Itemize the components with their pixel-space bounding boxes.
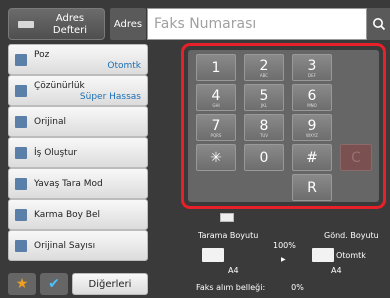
menu-item-label: Poz xyxy=(34,50,50,60)
scan-paper-size: A4 xyxy=(228,266,239,275)
send-size-value: Otomtk xyxy=(336,251,366,260)
search-button[interactable] xyxy=(367,8,390,40)
address-book-label: Adres Defteri xyxy=(52,13,88,36)
menu-item-value: Süper Hassas xyxy=(79,92,141,102)
key-6[interactable]: 6 MNO xyxy=(292,84,332,111)
menu-item-label: Orijinal xyxy=(34,117,67,127)
fax-memory-label: Faks alım belleği: xyxy=(196,282,266,292)
menu-item-label: Orijinal Sayısı xyxy=(34,241,96,251)
menu-item-original[interactable]: Orijinal xyxy=(8,106,148,137)
scan-size-label: Tarama Boyutu xyxy=(198,231,259,240)
menu-item-original-count[interactable]: Orijinal Sayısı xyxy=(8,230,148,261)
key-4[interactable]: 4 GHI xyxy=(196,84,236,111)
address-book-icon xyxy=(18,21,34,28)
menu-item-exposure[interactable]: Poz Otomtk xyxy=(8,44,148,75)
slow-scan-icon xyxy=(15,178,27,190)
send-size-label: Gönd. Boyutu xyxy=(324,231,379,240)
key-hash[interactable]: # xyxy=(292,144,332,171)
menu-item-resolution[interactable]: Çözünürlük Süper Hassas xyxy=(8,75,148,106)
key-redial[interactable]: R xyxy=(292,174,332,201)
search-icon xyxy=(372,18,385,31)
mixed-size-icon xyxy=(15,209,27,221)
key-0[interactable]: 0 xyxy=(244,144,284,171)
address-label: Adres xyxy=(110,8,146,40)
address-book-button[interactable]: Adres Defteri xyxy=(8,8,105,40)
favorite-button[interactable]: ★ xyxy=(8,273,36,295)
check-icon: ✔ xyxy=(48,276,60,292)
key-2[interactable]: 2 ABC xyxy=(244,54,284,81)
menu-item-label: İş Oluştur xyxy=(34,148,78,158)
check-button[interactable]: ✔ xyxy=(40,273,68,295)
menu-item-value: Otomtk xyxy=(107,61,141,71)
key-5[interactable]: 5 JKL xyxy=(244,84,284,111)
ratio-value: 100% xyxy=(273,241,296,250)
menu-item-label: Yavaş Tara Mod xyxy=(34,179,103,189)
menu-item-slow-scan[interactable]: Yavaş Tara Mod xyxy=(8,168,148,199)
send-paper-icon[interactable] xyxy=(312,248,334,262)
send-paper-size: A4 xyxy=(331,266,342,275)
scan-paper-icon[interactable] xyxy=(202,248,224,262)
fax-memory-status: Faks alım belleği: 0% xyxy=(196,278,378,296)
key-1[interactable]: 1 xyxy=(196,54,236,81)
scanner-icon xyxy=(220,213,234,222)
menu-item-job-build[interactable]: İş Oluştur xyxy=(8,137,148,168)
others-button[interactable]: Diğerleri xyxy=(72,273,148,295)
key-9[interactable]: 9 WXYZ xyxy=(292,114,332,141)
key-7[interactable]: 7 PQRS xyxy=(196,114,236,141)
menu-item-label: Çözünürlük xyxy=(34,81,85,91)
key-clear[interactable]: C xyxy=(340,144,372,171)
original-count-icon xyxy=(15,240,27,252)
arrow-icon: ▶ xyxy=(281,256,286,263)
menu-item-mixed-size[interactable]: Karma Boy Bel xyxy=(8,199,148,230)
resolution-icon xyxy=(15,85,27,97)
menu-item-label: Karma Boy Bel xyxy=(34,210,101,220)
key-8[interactable]: 8 TUV xyxy=(244,114,284,141)
key-3[interactable]: 3 DEF xyxy=(292,54,332,81)
exposure-icon xyxy=(15,54,27,66)
star-icon: ★ xyxy=(15,276,29,292)
fax-number-input[interactable]: Faks Numarası xyxy=(147,8,367,40)
original-icon xyxy=(15,116,27,128)
fax-memory-value: 0% xyxy=(291,282,304,292)
key-asterisk[interactable]: ✳ xyxy=(196,144,236,171)
job-build-icon xyxy=(15,147,27,159)
